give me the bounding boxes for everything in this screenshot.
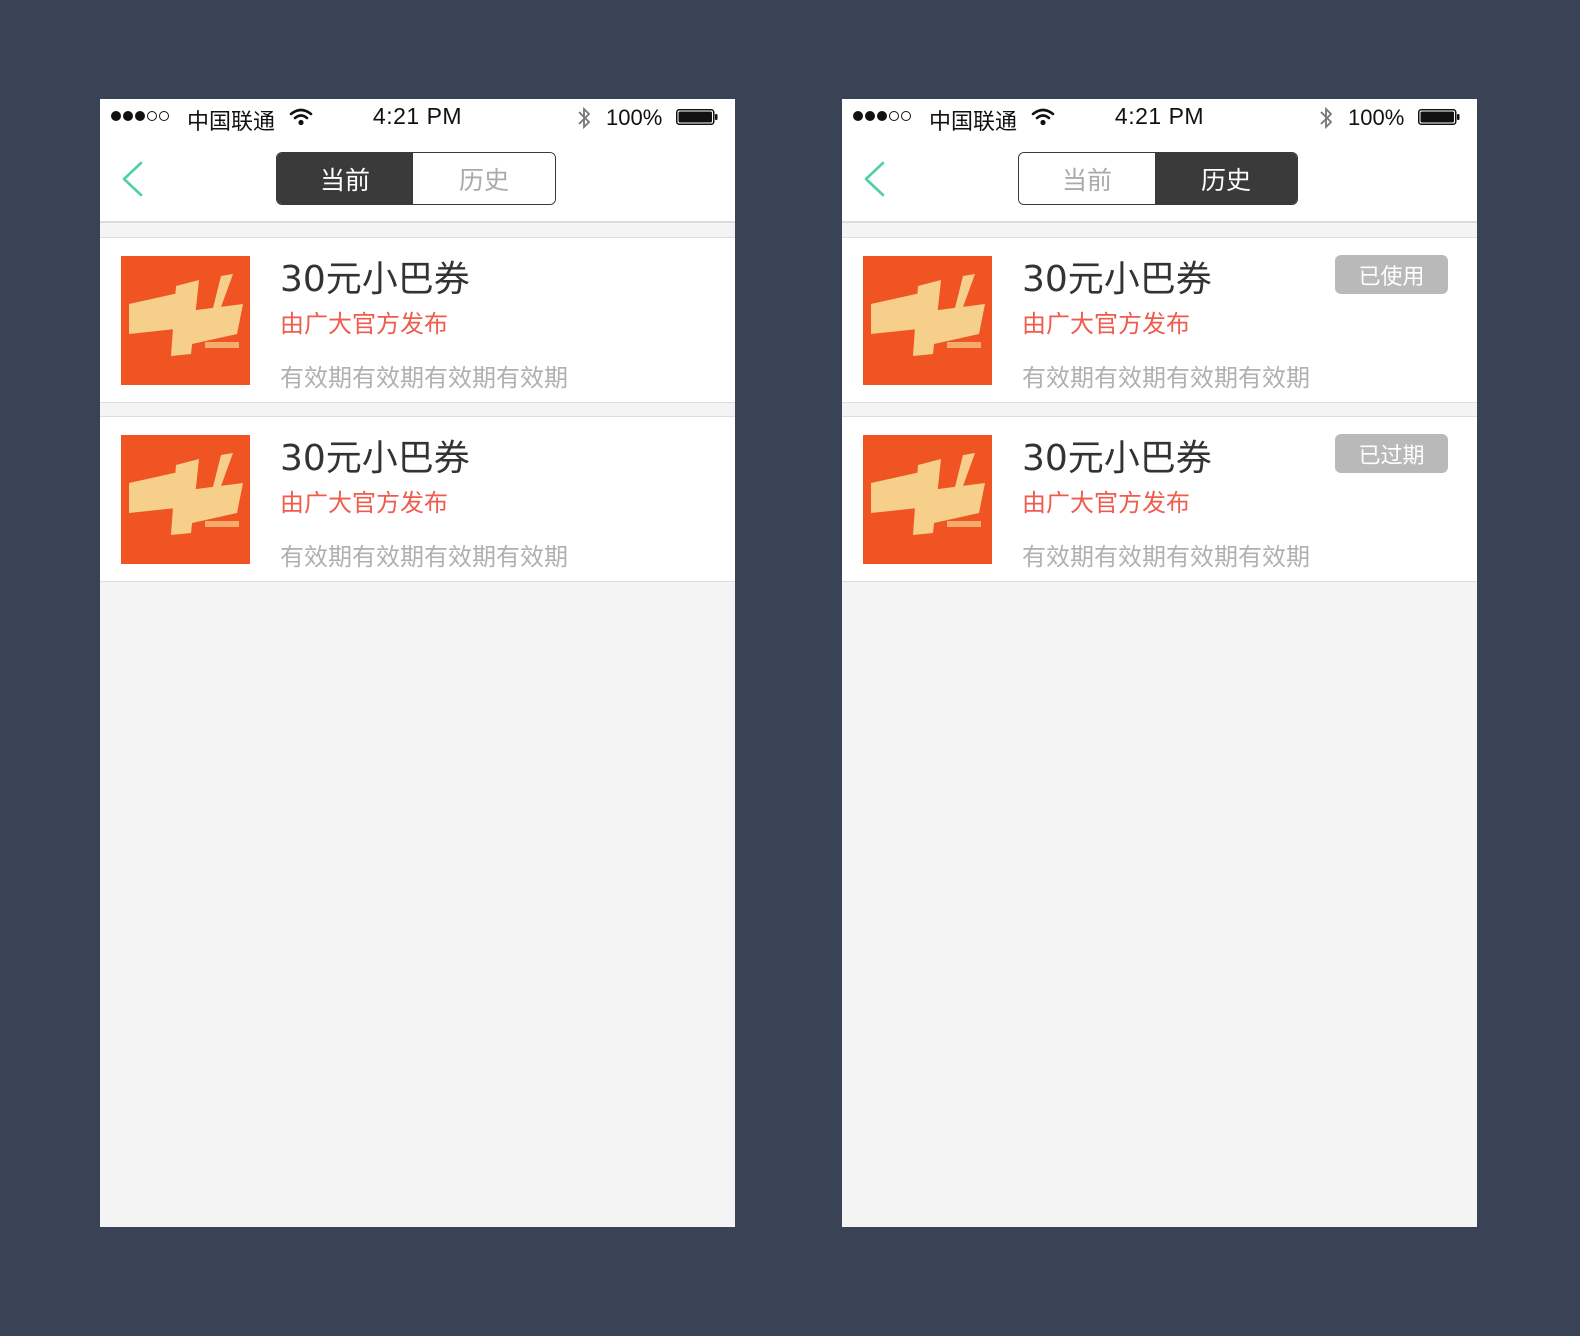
coupon-thumbnail <box>863 256 992 385</box>
coupon-title: 30元小巴券 <box>1022 259 1212 300</box>
coupon-title: 30元小巴券 <box>280 438 470 479</box>
phone-screen-history: 中国联通 4:21 PM 100% 当前 历史 30元小巴券 由广大官方发布 有… <box>842 99 1477 1227</box>
coupon-title: 30元小巴券 <box>280 259 470 300</box>
navigation-bar: 当前 历史 <box>842 136 1477 223</box>
coupon-thumbnail <box>121 435 250 564</box>
battery-percentage: 100% <box>606 105 663 130</box>
tab-current[interactable]: 当前 <box>277 153 413 204</box>
coupon-publisher: 由广大官方发布 <box>280 489 448 517</box>
coupon-item[interactable]: 30元小巴券 由广大官方发布 有效期有效期有效期有效期 <box>100 237 735 403</box>
coupon-item[interactable]: 30元小巴券 由广大官方发布 有效期有效期有效期有效期 已使用 <box>842 237 1477 403</box>
bluetooth-icon <box>1320 106 1333 130</box>
coupon-validity: 有效期有效期有效期有效期 <box>280 543 568 571</box>
coupon-thumbnail <box>863 435 992 564</box>
phone-screen-current: 中国联通 4:21 PM 100% 当前 历史 30元小巴券 由广大官方发布 有… <box>100 99 735 1227</box>
coupon-thumbnail <box>121 256 250 385</box>
tab-history[interactable]: 历史 <box>413 153 555 204</box>
bluetooth-icon <box>578 106 591 130</box>
coupon-title: 30元小巴券 <box>1022 438 1212 479</box>
back-arrow-icon[interactable] <box>120 160 146 198</box>
coupon-validity: 有效期有效期有效期有效期 <box>1022 364 1310 392</box>
back-arrow-icon[interactable] <box>862 160 888 198</box>
status-badge: 已过期 <box>1335 434 1448 473</box>
coupon-item[interactable]: 30元小巴券 由广大官方发布 有效期有效期有效期有效期 已过期 <box>842 416 1477 582</box>
tab-current[interactable]: 当前 <box>1019 153 1155 204</box>
coupon-item[interactable]: 30元小巴券 由广大官方发布 有效期有效期有效期有效期 <box>100 416 735 582</box>
coupon-publisher: 由广大官方发布 <box>1022 489 1190 517</box>
coupon-publisher: 由广大官方发布 <box>280 310 448 338</box>
coupon-publisher: 由广大官方发布 <box>1022 310 1190 338</box>
status-bar: 中国联通 4:21 PM 100% <box>100 99 735 136</box>
status-bar: 中国联通 4:21 PM 100% <box>842 99 1477 136</box>
status-badge: 已使用 <box>1335 255 1448 294</box>
battery-icon <box>1418 109 1460 125</box>
coupon-validity: 有效期有效期有效期有效期 <box>280 364 568 392</box>
battery-percentage: 100% <box>1348 105 1405 130</box>
coupon-validity: 有效期有效期有效期有效期 <box>1022 543 1310 571</box>
tab-switch: 当前 历史 <box>1018 152 1298 205</box>
tab-history[interactable]: 历史 <box>1155 153 1297 204</box>
navigation-bar: 当前 历史 <box>100 136 735 223</box>
tab-switch: 当前 历史 <box>276 152 556 205</box>
battery-icon <box>676 109 718 125</box>
